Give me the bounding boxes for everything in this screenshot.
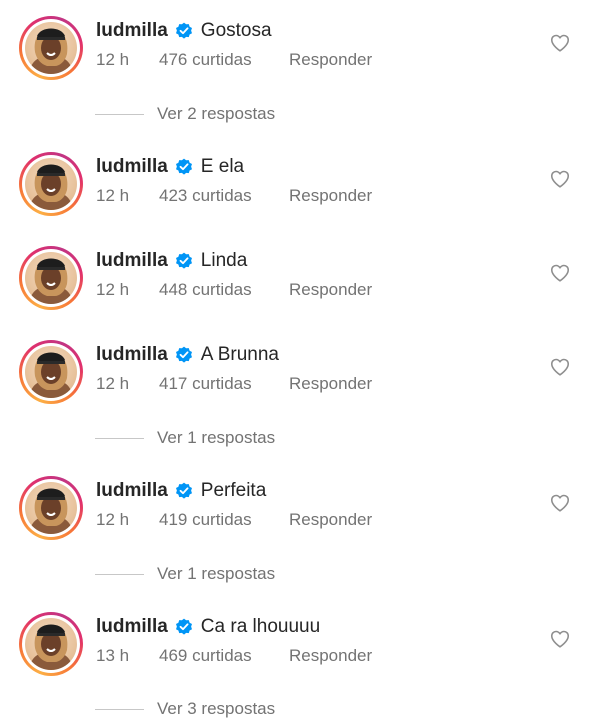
heart-outline-icon[interactable]	[549, 168, 571, 190]
replies-divider	[95, 709, 144, 710]
view-replies-button[interactable]: Ver 3 respostas	[157, 699, 275, 719]
comment-text: A Brunna	[200, 344, 279, 365]
verified-badge-icon	[175, 346, 193, 364]
profile-photo	[25, 482, 77, 534]
reply-button[interactable]: Responder	[289, 280, 372, 300]
heart-outline-icon[interactable]	[549, 628, 571, 650]
avatar[interactable]	[19, 152, 83, 216]
like-count[interactable]: 423 curtidas	[159, 186, 289, 206]
heart-outline-icon[interactable]	[549, 356, 571, 378]
comment-item: ludmilla A Brunna 12 h 417 curtidas Resp…	[0, 340, 600, 420]
comment-item: ludmilla Ca ra lhouuuu 13 h 469 curtidas…	[0, 612, 600, 692]
reply-button[interactable]: Responder	[289, 50, 372, 70]
view-replies-row[interactable]: Ver 3 respostas	[0, 697, 600, 723]
replies-divider	[95, 574, 144, 575]
reply-button[interactable]: Responder	[289, 646, 372, 666]
comment-text: Perfeita	[200, 480, 267, 501]
comment-item: ludmilla E ela 12 h 423 curtidas Respond…	[0, 152, 600, 232]
view-replies-row[interactable]: Ver 2 respostas	[0, 102, 600, 128]
view-replies-row[interactable]: Ver 1 respostas	[0, 562, 600, 588]
comment-timestamp: 12 h	[96, 280, 130, 299]
replies-divider	[95, 438, 144, 439]
comment-item: ludmilla Perfeita 12 h 419 curtidas Resp…	[0, 476, 600, 556]
reply-button[interactable]: Responder	[289, 186, 372, 206]
avatar[interactable]	[19, 612, 83, 676]
comment-text: Ca ra lhouuuu	[200, 616, 321, 637]
view-replies-row[interactable]: Ver 1 respostas	[0, 426, 600, 452]
username[interactable]: ludmilla	[96, 344, 168, 366]
verified-badge-icon	[175, 158, 193, 176]
comment-text: Gostosa	[200, 20, 272, 41]
like-count[interactable]: 419 curtidas	[159, 510, 289, 530]
verified-badge-icon	[175, 22, 193, 40]
like-count[interactable]: 417 curtidas	[159, 374, 289, 394]
comment-text: Linda	[200, 250, 248, 271]
comment-timestamp: 12 h	[96, 186, 130, 205]
reply-button[interactable]: Responder	[289, 510, 372, 530]
comment-item: ludmilla Gostosa 12 h 476 curtidas Respo…	[0, 16, 600, 96]
verified-badge-icon	[175, 482, 193, 500]
comment-timestamp: 12 h	[96, 50, 130, 69]
like-count[interactable]: 469 curtidas	[159, 646, 289, 666]
like-count[interactable]: 448 curtidas	[159, 280, 289, 300]
view-replies-button[interactable]: Ver 2 respostas	[157, 104, 275, 124]
username[interactable]: ludmilla	[96, 156, 168, 178]
comment-timestamp: 12 h	[96, 374, 130, 393]
view-replies-button[interactable]: Ver 1 respostas	[157, 564, 275, 584]
avatar[interactable]	[19, 16, 83, 80]
comment-item: ludmilla Linda 12 h 448 curtidas Respond…	[0, 246, 600, 326]
view-replies-button[interactable]: Ver 1 respostas	[157, 428, 275, 448]
profile-photo	[25, 158, 77, 210]
comment-timestamp: 12 h	[96, 510, 130, 529]
heart-outline-icon[interactable]	[549, 492, 571, 514]
heart-outline-icon[interactable]	[549, 262, 571, 284]
heart-outline-icon[interactable]	[549, 32, 571, 54]
username[interactable]: ludmilla	[96, 20, 168, 42]
profile-photo	[25, 618, 77, 670]
profile-photo	[25, 22, 77, 74]
verified-badge-icon	[175, 618, 193, 636]
comment-timestamp: 13 h	[96, 646, 130, 665]
verified-badge-icon	[175, 252, 193, 270]
replies-divider	[95, 114, 144, 115]
avatar[interactable]	[19, 340, 83, 404]
like-count[interactable]: 476 curtidas	[159, 50, 289, 70]
profile-photo	[25, 346, 77, 398]
comment-list: ludmilla Gostosa 12 h 476 curtidas Respo…	[0, 0, 600, 727]
profile-photo	[25, 252, 77, 304]
username[interactable]: ludmilla	[96, 616, 168, 638]
username[interactable]: ludmilla	[96, 480, 168, 502]
avatar[interactable]	[19, 246, 83, 310]
username[interactable]: ludmilla	[96, 250, 168, 272]
comment-text: E ela	[200, 156, 245, 177]
avatar[interactable]	[19, 476, 83, 540]
reply-button[interactable]: Responder	[289, 374, 372, 394]
